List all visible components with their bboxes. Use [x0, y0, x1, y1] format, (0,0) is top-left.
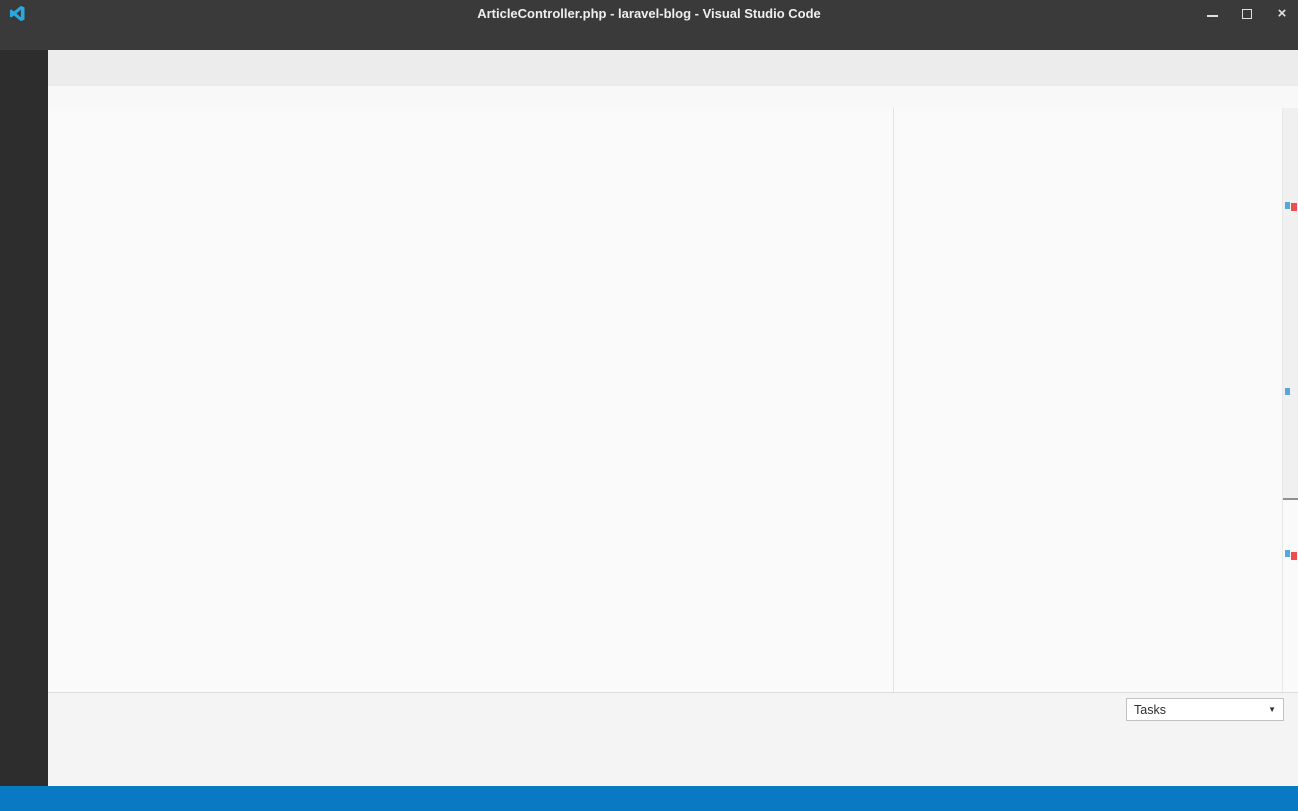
- status-bar: [0, 786, 1298, 811]
- titlebar: ArticleController.php - laravel-blog - V…: [0, 0, 1298, 50]
- code-editor[interactable]: [48, 108, 1298, 692]
- column-ruler: [893, 108, 894, 692]
- vscode-logo-icon: [9, 5, 26, 22]
- overview-mark-modified: [1285, 550, 1290, 557]
- activity-bar: [0, 50, 48, 786]
- scrollbar-thumb[interactable]: [1283, 108, 1298, 500]
- overview-mark-modified: [1285, 202, 1290, 209]
- tab-bar: [48, 50, 1298, 86]
- chevron-down-icon: ▼: [1268, 705, 1276, 714]
- maximize-button[interactable]: [1242, 9, 1252, 19]
- overview-ruler: [1282, 108, 1298, 692]
- minimize-button[interactable]: [1207, 10, 1218, 17]
- overview-mark-error: [1291, 552, 1297, 560]
- editor-group: [48, 50, 1298, 692]
- menubar: [0, 27, 1298, 50]
- output-channel-select[interactable]: Tasks ▼: [1126, 698, 1284, 721]
- overview-mark-error: [1291, 203, 1297, 211]
- close-button[interactable]: ×: [1276, 8, 1288, 20]
- window-title: ArticleController.php - laravel-blog - V…: [0, 6, 1298, 21]
- vscode-window: ArticleController.php - laravel-blog - V…: [0, 0, 1298, 811]
- output-channel-value: Tasks: [1134, 703, 1166, 717]
- bottom-panel: Tasks ▼: [48, 692, 1298, 786]
- breadcrumb: [48, 86, 1298, 108]
- overview-mark-modified: [1285, 388, 1290, 395]
